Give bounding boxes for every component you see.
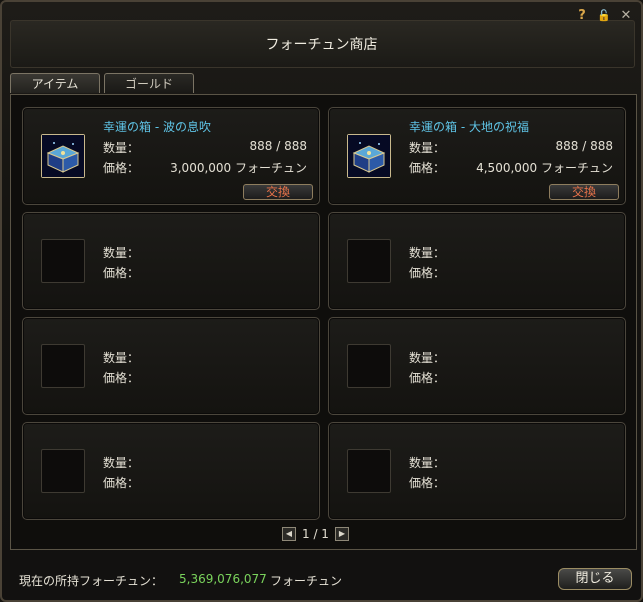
price-label: 価格：: [103, 266, 140, 280]
price-label: 価格：: [409, 161, 446, 175]
treasure-box-icon[interactable]: [41, 134, 85, 178]
price-label: 価格：: [103, 161, 140, 175]
price-value: 3,000,000 フォーチュン: [170, 161, 307, 175]
quantity-label: 数量：: [103, 456, 140, 470]
tab-items[interactable]: アイテム: [10, 73, 100, 93]
quantity-label: 数量：: [103, 351, 140, 365]
fortune-shop-window: フォーチュン商店 ? 🔓 ✕ アイテム ゴールド 幸運の箱 - 波の息吹 数量：…: [0, 0, 643, 602]
next-page-icon[interactable]: ▶: [334, 527, 349, 541]
tab-bar: アイテム ゴールド: [10, 73, 194, 93]
item-list-panel: 幸運の箱 - 波の息吹 数量： 888 / 888 価格： 3,000,000 …: [10, 94, 637, 550]
price-label: 価格：: [409, 266, 446, 280]
exchange-button[interactable]: 交換: [549, 184, 619, 200]
quantity-value: 888 / 888: [249, 139, 307, 153]
empty-slot: 数量： 価格：: [22, 317, 320, 415]
exchange-button[interactable]: 交換: [243, 184, 313, 200]
item-name: 幸運の箱 - 大地の祝福: [409, 120, 529, 134]
prev-page-icon[interactable]: ◀: [282, 527, 296, 541]
quantity-label: 数量：: [409, 246, 446, 260]
pagination: ◀ 1 / 1 ▶: [282, 527, 349, 541]
item-name: 幸運の箱 - 波の息吹: [103, 120, 211, 134]
quantity-label: 数量：: [409, 456, 446, 470]
window-title: フォーチュン商店: [265, 37, 378, 53]
page-indicator: 1 / 1: [302, 527, 329, 541]
quantity-label: 数量：: [103, 246, 140, 260]
close-button[interactable]: 閉じる: [558, 568, 632, 590]
empty-slot: 数量： 価格：: [328, 422, 626, 520]
treasure-box-icon[interactable]: [347, 134, 391, 178]
price-value: 4,500,000 フォーチュン: [476, 161, 613, 175]
empty-item-icon: [347, 449, 391, 493]
empty-item-icon: [41, 344, 85, 388]
quantity-label: 数量：: [409, 141, 446, 155]
quantity-value: 888 / 888: [555, 139, 613, 153]
lock-icon[interactable]: 🔓: [597, 9, 611, 23]
item-slot-2[interactable]: 幸運の箱 - 大地の祝福 数量： 888 / 888 価格： 4,500,000…: [328, 107, 626, 205]
price-label: 価格：: [103, 371, 140, 385]
quantity-label: 数量：: [409, 351, 446, 365]
empty-slot: 数量： 価格：: [22, 422, 320, 520]
item-slot-1[interactable]: 幸運の箱 - 波の息吹 数量： 888 / 888 価格： 3,000,000 …: [22, 107, 320, 205]
empty-slot: 数量： 価格：: [328, 317, 626, 415]
tab-gold[interactable]: ゴールド: [104, 73, 194, 93]
empty-slot: 数量： 価格：: [328, 212, 626, 310]
close-icon[interactable]: ✕: [619, 9, 633, 23]
help-icon[interactable]: ?: [575, 9, 589, 23]
quantity-label: 数量：: [103, 141, 140, 155]
empty-item-icon: [347, 344, 391, 388]
fortune-balance-unit: フォーチュン: [270, 574, 343, 588]
fortune-balance-label: 現在の所持フォーチュン：: [19, 574, 164, 588]
empty-item-icon: [41, 449, 85, 493]
fortune-balance-amount: 5,369,076,077: [179, 572, 267, 586]
window-controls: ? 🔓 ✕: [575, 9, 633, 23]
price-label: 価格：: [409, 476, 446, 490]
empty-item-icon: [347, 239, 391, 283]
empty-item-icon: [41, 239, 85, 283]
empty-slot: 数量： 価格：: [22, 212, 320, 310]
price-label: 価格：: [409, 371, 446, 385]
price-label: 価格：: [103, 476, 140, 490]
